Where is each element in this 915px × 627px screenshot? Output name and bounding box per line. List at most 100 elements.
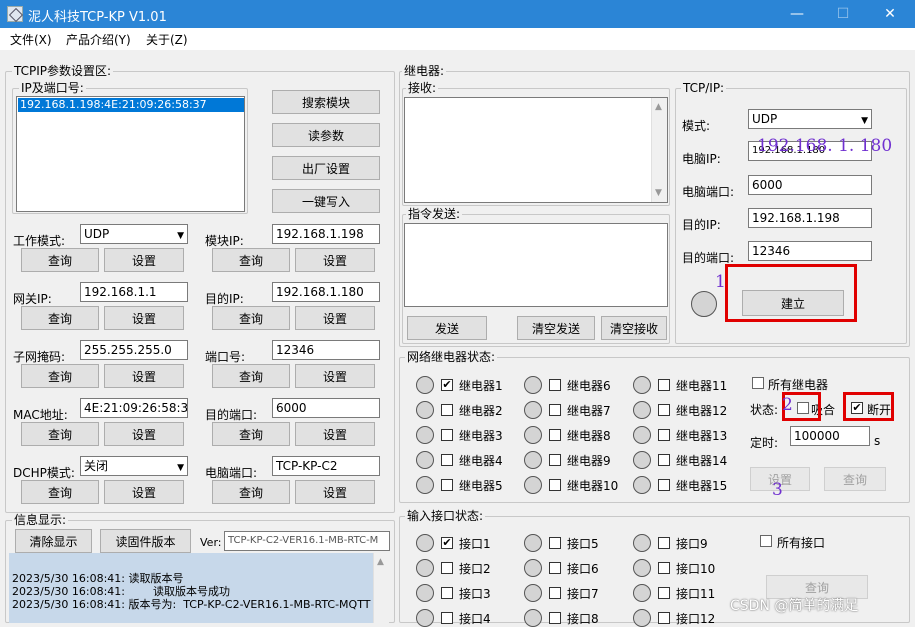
- set-mac-button[interactable]: 设置: [104, 422, 184, 446]
- minimize-button[interactable]: —: [774, 0, 820, 28]
- subnet-input[interactable]: 255.255.255.0: [80, 340, 188, 360]
- port-checkbox-4[interactable]: [441, 612, 453, 624]
- relay-checkbox-1[interactable]: ✔: [441, 379, 453, 391]
- maximize-button[interactable]: ☐: [820, 0, 866, 28]
- query-target-port-button[interactable]: 查询: [212, 422, 290, 446]
- target-port-label: 目的端口:: [205, 408, 258, 422]
- work-mode-select[interactable]: UDP: [80, 224, 188, 244]
- menu-product[interactable]: 产品介绍(Y): [66, 31, 131, 48]
- query-pc-name-button[interactable]: 查询: [212, 480, 290, 504]
- query-dhcp-button[interactable]: 查询: [21, 480, 99, 504]
- relay-checkbox-10[interactable]: [549, 479, 561, 491]
- port-indicator-4: [416, 609, 434, 627]
- set-port-button[interactable]: 设置: [295, 364, 375, 388]
- query-mac-button[interactable]: 查询: [21, 422, 99, 446]
- query-port-button[interactable]: 查询: [212, 364, 290, 388]
- clear-display-button[interactable]: 清除显示: [15, 529, 92, 553]
- version-field: TCP-KP-C2-VER16.1-MB-RTC-M: [224, 531, 390, 551]
- send-button[interactable]: 发送: [407, 316, 487, 340]
- device-list[interactable]: [16, 96, 245, 212]
- relay-checkbox-8[interactable]: [549, 429, 561, 441]
- relay-indicator-12: [633, 401, 651, 419]
- read-params-button[interactable]: 读参数: [272, 123, 380, 147]
- search-module-button[interactable]: 搜索模块: [272, 90, 380, 114]
- close-button[interactable]: ✕: [867, 0, 913, 28]
- read-firmware-button[interactable]: 读固件版本: [100, 529, 191, 553]
- gateway-ip-input[interactable]: 192.168.1.1: [80, 282, 188, 302]
- port-checkbox-11[interactable]: [658, 587, 670, 599]
- relay-checkbox-2[interactable]: [441, 404, 453, 416]
- port-checkbox-5[interactable]: [549, 537, 561, 549]
- port-checkbox-10[interactable]: [658, 562, 670, 574]
- query-target-ip-button[interactable]: 查询: [212, 306, 290, 330]
- conn-target-ip-input[interactable]: 192.168.1.198: [748, 208, 872, 228]
- relay-checkbox-6[interactable]: [549, 379, 561, 391]
- relay-checkbox-13[interactable]: [658, 429, 670, 441]
- all-ports-checkbox[interactable]: [760, 535, 772, 547]
- menu-about[interactable]: 关于(Z): [146, 31, 188, 48]
- port-checkbox-12[interactable]: [658, 612, 670, 624]
- port-checkbox-3[interactable]: [441, 587, 453, 599]
- relay-indicator-10: [524, 476, 542, 494]
- device-list-item[interactable]: 192.168.1.198:4E:21:09:26:58:37: [18, 98, 244, 112]
- set-target-ip-button[interactable]: 设置: [295, 306, 375, 330]
- relay-checkbox-11[interactable]: [658, 379, 670, 391]
- port-checkbox-6[interactable]: [549, 562, 561, 574]
- set-gateway-button[interactable]: 设置: [104, 306, 184, 330]
- relay-checkbox-15[interactable]: [658, 479, 670, 491]
- clear-receive-button[interactable]: 清空接收: [601, 316, 667, 340]
- command-textarea[interactable]: [404, 223, 668, 307]
- relay-indicator-5: [416, 476, 434, 494]
- relay-indicator-14: [633, 451, 651, 469]
- conn-target-port-input[interactable]: 12346: [748, 241, 872, 261]
- query-gateway-button[interactable]: 查询: [21, 306, 99, 330]
- port-checkbox-8[interactable]: [549, 612, 561, 624]
- conn-mode-select[interactable]: UDP: [748, 109, 872, 129]
- set-pc-name-button[interactable]: 设置: [295, 480, 375, 504]
- relay-checkbox-14[interactable]: [658, 454, 670, 466]
- menu-file[interactable]: 文件(X): [10, 31, 52, 48]
- receive-textarea[interactable]: ▲ ▼: [404, 97, 668, 203]
- set-work-mode-button[interactable]: 设置: [104, 248, 184, 272]
- dhcp-select[interactable]: 关闭: [80, 456, 188, 476]
- port-indicator-9: [633, 534, 651, 552]
- receive-scrollbar[interactable]: ▲ ▼: [651, 98, 667, 202]
- relay-query-button[interactable]: 查询: [824, 467, 886, 491]
- log-area[interactable]: 2023/5/30 16:08:41: 读取版本号 2023/5/30 16:0…: [9, 553, 389, 623]
- target-ip-input[interactable]: 192.168.1.180: [272, 282, 380, 302]
- log-scrollbar[interactable]: ▲: [373, 553, 389, 623]
- watermark: CSDN @简单的满足: [730, 598, 859, 614]
- relay-checkbox-4[interactable]: [441, 454, 453, 466]
- timer-input[interactable]: 100000: [790, 426, 870, 446]
- mac-input[interactable]: 4E:21:09:26:58:37: [80, 398, 188, 418]
- state-label: 状态:: [750, 403, 779, 417]
- set-module-ip-button[interactable]: 设置: [295, 248, 375, 272]
- relay-checkbox-9[interactable]: [549, 454, 561, 466]
- query-module-ip-button[interactable]: 查询: [212, 248, 290, 272]
- clear-send-button[interactable]: 清空发送: [517, 316, 595, 340]
- pc-name-input[interactable]: TCP-KP-C2: [272, 456, 380, 476]
- relay-checkbox-7[interactable]: [549, 404, 561, 416]
- set-subnet-button[interactable]: 设置: [104, 364, 184, 388]
- query-subnet-button[interactable]: 查询: [21, 364, 99, 388]
- port-checkbox-1[interactable]: ✔: [441, 537, 453, 549]
- port-checkbox-9[interactable]: [658, 537, 670, 549]
- write-all-button[interactable]: 一键写入: [272, 189, 380, 213]
- relay-checkbox-5[interactable]: [441, 479, 453, 491]
- relay-checkbox-3[interactable]: [441, 429, 453, 441]
- module-ip-input[interactable]: 192.168.1.198: [272, 224, 380, 244]
- factory-reset-button[interactable]: 出厂设置: [272, 156, 380, 180]
- target-port-input[interactable]: 6000: [272, 398, 380, 418]
- port-checkbox-2[interactable]: [441, 562, 453, 574]
- relay-checkbox-12[interactable]: [658, 404, 670, 416]
- set-target-port-button[interactable]: 设置: [295, 422, 375, 446]
- highlight-box-open: [843, 392, 894, 421]
- pc-port-input[interactable]: 6000: [748, 175, 872, 195]
- all-relays-checkbox[interactable]: [752, 377, 764, 389]
- target-ip-label: 目的IP:: [205, 292, 244, 306]
- relay-label-1: 继电器1: [459, 379, 503, 393]
- port-checkbox-7[interactable]: [549, 587, 561, 599]
- set-dhcp-button[interactable]: 设置: [104, 480, 184, 504]
- query-work-mode-button[interactable]: 查询: [21, 248, 99, 272]
- port-input[interactable]: 12346: [272, 340, 380, 360]
